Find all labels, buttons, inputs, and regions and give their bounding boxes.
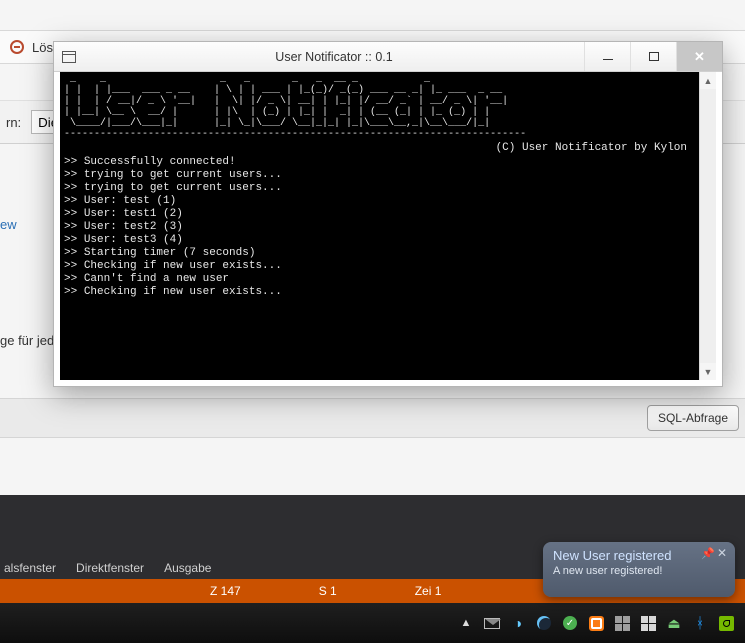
delete-label[interactable]: Lös [32,40,53,55]
ide-tab-locals[interactable]: alsfenster [4,561,56,575]
log-line: User: test (1) [64,195,695,208]
log-line: User: test3 (4) [64,234,695,247]
toast-notification[interactable]: 📌 ✕ New User registered A new user regis… [543,542,735,597]
tray-nvidia-icon[interactable] [717,614,735,632]
ascii-banner: _ _ _ _ _ _ __ _ _ | | | |___ ___ _ __ |… [64,74,695,140]
status-sel: S 1 [319,584,337,598]
toast-close-button[interactable]: ✕ [715,546,729,560]
log-line: trying to get current users... [64,169,695,182]
log-line: Cann't find a new user [64,273,695,286]
filter-label: rn: [6,115,21,130]
vertical-scrollbar[interactable]: ▲ ▼ [699,72,716,380]
tray-windows-icon[interactable] [613,614,631,632]
tray-shield-icon[interactable]: ✓ [561,614,579,632]
app-icon [54,42,84,71]
ide-tab-output[interactable]: Ausgabe [164,561,211,575]
sql-query-button[interactable]: SQL-Abfrage [647,405,739,431]
tray-overflow-icon[interactable]: ▲ [457,614,475,632]
log-line: trying to get current users... [64,182,695,195]
taskbar: ▲ ◑ ✓ ⏏ ᚼ [0,603,745,643]
toast-title: New User registered [553,548,709,563]
tray-action-center-icon[interactable] [639,614,657,632]
console-body: _ _ _ _ _ _ __ _ _ | | | |___ ___ _ __ |… [60,72,716,380]
status-line: Zei 1 [415,584,442,598]
status-col: Z 147 [210,584,241,598]
copyright-line: (C) User Notificator by Kylon [64,142,695,154]
tray-mail-icon[interactable] [483,614,501,632]
titlebar[interactable]: User Notificator :: 0.1 ✕ [54,42,722,72]
log-line: Checking if new user exists... [64,286,695,299]
tray-eject-icon[interactable]: ⏏ [665,614,683,632]
toast-pin-icon[interactable]: 📌 [701,547,713,559]
log-line: User: test1 (2) [64,208,695,221]
console-window: User Notificator :: 0.1 ✕ _ _ _ _ _ _ __… [53,41,723,387]
console-log: Successfully connected!trying to get cur… [64,156,695,299]
tray-xampp-icon[interactable] [587,614,605,632]
tray-bluetooth-icon[interactable]: ᚼ [691,614,709,632]
scroll-down-button[interactable]: ▼ [700,363,716,380]
maximize-button[interactable] [630,42,676,71]
delete-icon [10,40,24,54]
ide-tab-immediate[interactable]: Direktfenster [76,561,144,575]
tray-app-icon[interactable]: ◑ [509,614,527,632]
toast-body: A new user registered! [553,565,709,577]
log-line: Checking if new user exists... [64,260,695,273]
close-button[interactable]: ✕ [676,42,722,71]
scroll-up-button[interactable]: ▲ [700,72,716,89]
minimize-button[interactable] [584,42,630,71]
window-title: User Notificator :: 0.1 [84,42,584,71]
log-line: User: test2 (3) [64,221,695,234]
log-line: Successfully connected! [64,156,695,169]
bg-sort-text: ge für jed [0,330,54,350]
bg-link[interactable]: ew [0,210,17,238]
tray-steam-icon[interactable] [535,614,553,632]
scroll-track[interactable] [700,89,716,363]
log-line: Starting timer (7 seconds) [64,247,695,260]
bg-lower-band: SQL-Abfrage [0,398,745,438]
